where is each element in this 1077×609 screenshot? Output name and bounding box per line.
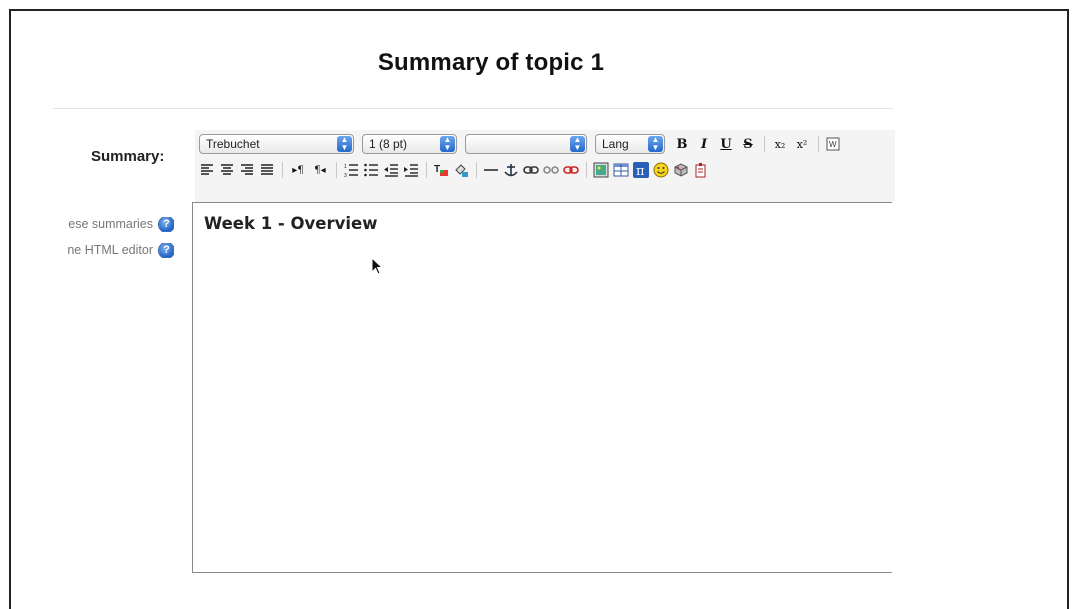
toolbar-separator [476, 162, 477, 178]
chevron-updown-icon: ▲ ▼ [648, 136, 663, 152]
indent-icon[interactable] [403, 162, 419, 178]
format-select[interactable]: ▲ ▼ [465, 134, 587, 154]
ordered-list-icon[interactable]: 13 [343, 162, 359, 178]
bold-button[interactable]: B [673, 134, 691, 154]
help-link-text[interactable]: ne HTML editor [67, 243, 153, 257]
help-link-html-editor[interactable]: ? ne HTML editor [11, 243, 174, 259]
unordered-list-icon[interactable] [363, 162, 379, 178]
editor-content[interactable]: Week 1 - Overview [204, 214, 377, 233]
font-family-select[interactable]: Trebuchet ▲ ▼ [199, 134, 354, 154]
special-char-icon[interactable] [673, 162, 689, 178]
help-link-summaries[interactable]: ? ese summaries [11, 217, 174, 233]
underline-button[interactable]: U [717, 134, 735, 154]
toolbar-separator [818, 136, 819, 152]
outdent-icon[interactable] [383, 162, 399, 178]
svg-text:3: 3 [344, 173, 347, 178]
mouse-pointer-icon [371, 257, 384, 275]
font-size-select[interactable]: 1 (8 pt) ▲ ▼ [362, 134, 457, 154]
justify-right-icon[interactable] [239, 162, 255, 178]
toolbar-separator [764, 136, 765, 152]
chevron-updown-icon: ▲ ▼ [570, 136, 585, 152]
toolbar-row-2: ▸¶ ¶◂ 13 T π [199, 160, 713, 180]
horizontal-rule-icon[interactable] [483, 162, 499, 178]
rtl-icon[interactable]: ¶◂ [311, 160, 329, 180]
ltr-icon[interactable]: ▸¶ [289, 160, 307, 180]
subscript-button[interactable]: x₂ [771, 134, 789, 154]
font-size-value: 1 (8 pt) [369, 137, 408, 151]
math-icon[interactable]: π [633, 162, 649, 178]
svg-text:W: W [829, 140, 837, 149]
help-icon[interactable]: ? [159, 217, 174, 233]
unlink-icon[interactable] [543, 162, 559, 178]
lang-select[interactable]: Lang ▲ ▼ [595, 134, 665, 154]
nolink-icon[interactable] [563, 162, 579, 178]
toolbar-separator [586, 162, 587, 178]
font-family-value: Trebuchet [206, 137, 260, 151]
chevron-updown-icon: ▲ ▼ [440, 136, 455, 152]
justify-center-icon[interactable] [219, 162, 235, 178]
text-color-icon[interactable]: T [433, 162, 449, 178]
divider [53, 108, 893, 109]
word-cleanup-icon[interactable]: W [825, 136, 841, 152]
html-editor[interactable]: Week 1 - Overview [192, 202, 892, 573]
lang-value: Lang [602, 137, 629, 151]
background-color-icon[interactable] [453, 162, 469, 178]
toolbar-separator [282, 162, 283, 178]
superscript-button[interactable]: x² [793, 134, 811, 154]
toolbar-separator [336, 162, 337, 178]
help-icon[interactable]: ? [159, 243, 174, 259]
toolbar-separator [426, 162, 427, 178]
page-frame: Summary of topic 1 Summary: ? ese summari… [9, 9, 1069, 609]
summary-label: Summary: [91, 148, 165, 165]
italic-button[interactable]: I [695, 134, 713, 154]
justify-left-icon[interactable] [199, 162, 215, 178]
toolbar-row-1: Trebuchet ▲ ▼ 1 (8 pt) ▲ ▼ ▲ ▼ Lang ▲ ▼ B I … [199, 134, 845, 154]
strikethrough-button[interactable]: S [739, 134, 757, 154]
editor-toolbar: Trebuchet ▲ ▼ 1 (8 pt) ▲ ▼ ▲ ▼ Lang ▲ ▼ B I … [195, 130, 895, 202]
smiley-icon[interactable] [653, 162, 669, 178]
table-icon[interactable] [613, 162, 629, 178]
chevron-updown-icon: ▲ ▼ [337, 136, 352, 152]
anchor-icon[interactable] [503, 162, 519, 178]
justify-full-icon[interactable] [259, 162, 275, 178]
svg-text:π: π [636, 164, 645, 178]
paste-icon[interactable] [693, 162, 709, 178]
svg-text:T: T [434, 164, 440, 175]
svg-text:1: 1 [344, 164, 347, 170]
help-link-text[interactable]: ese summaries [68, 217, 153, 231]
link-icon[interactable] [523, 162, 539, 178]
image-icon[interactable] [593, 162, 609, 178]
page-title: Summary of topic 1 [377, 49, 605, 76]
